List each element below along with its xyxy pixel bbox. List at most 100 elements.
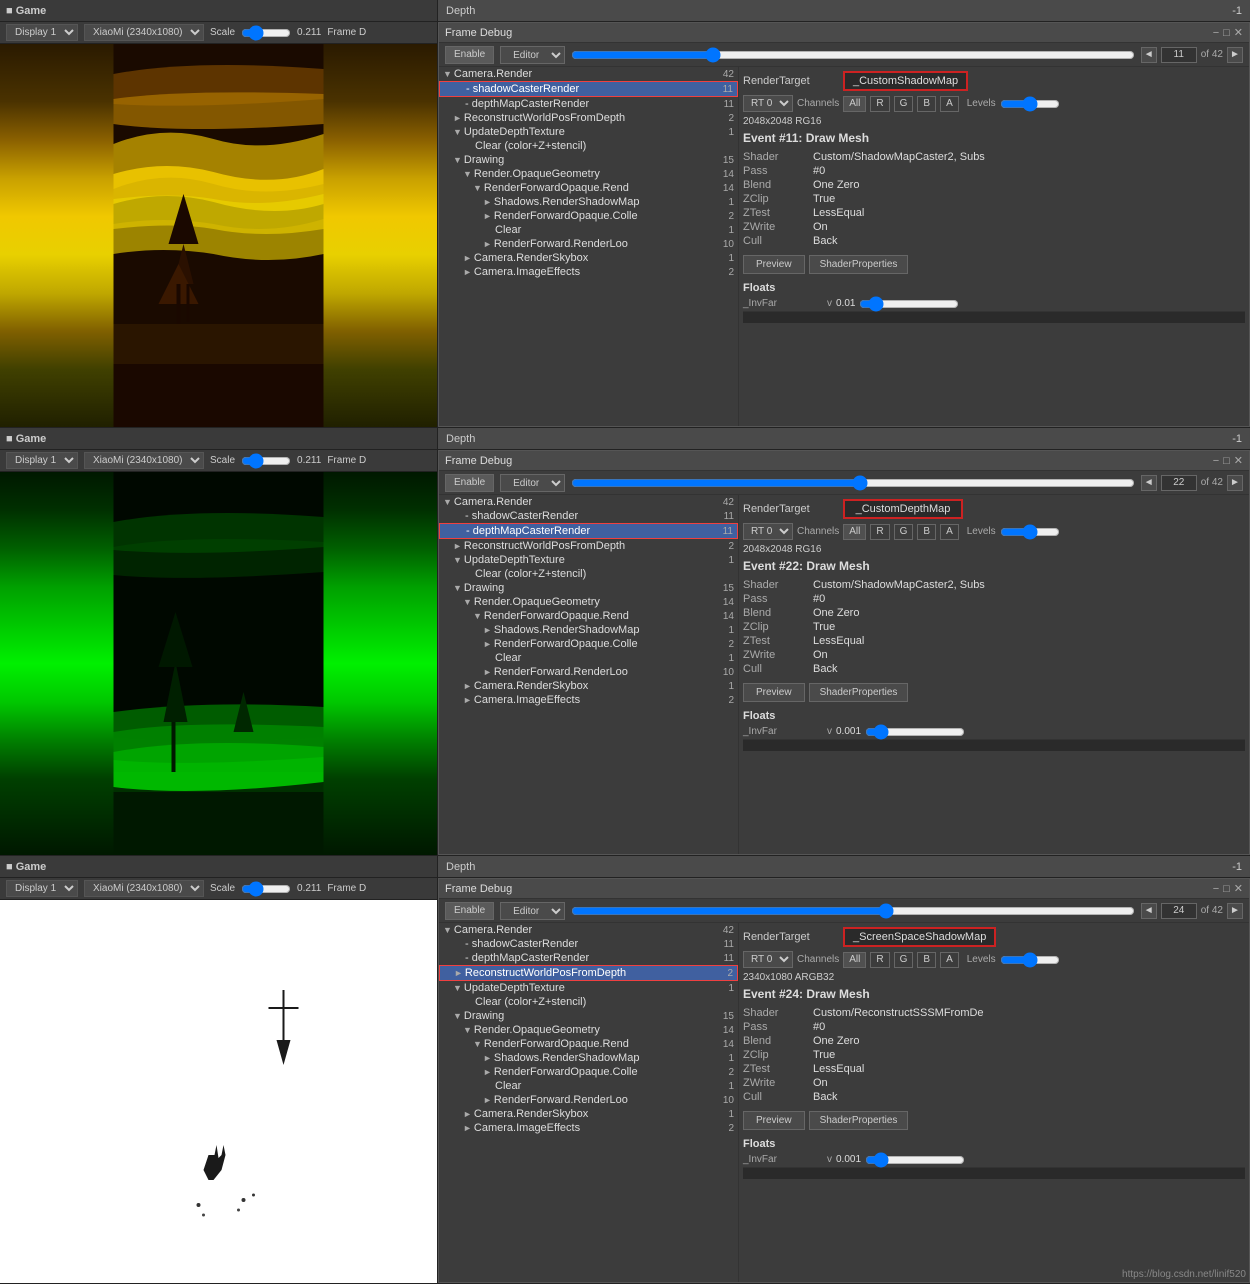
tree-item-2-12[interactable]: RenderForward.RenderLoo 10 [439,1093,738,1107]
maximize-btn-1[interactable]: □ [1223,454,1230,467]
tree-item-1-2[interactable]: - depthMapCasterRender 11 [439,523,738,539]
close-btn-2[interactable]: ✕ [1234,882,1243,895]
frame-next-btn-1[interactable]: ► [1227,475,1243,491]
frame-slider-1[interactable] [571,478,1135,488]
game-tab-2[interactable]: ■ Game [6,861,46,873]
tree-item-2-4[interactable]: UpdateDepthTexture 1 [439,981,738,995]
game-tab-1[interactable]: ■ Game [6,433,46,445]
tree-item-0-11[interactable]: Clear 1 [439,223,738,237]
resolution-select-1[interactable]: XiaoMi (2340x1080) [84,452,204,469]
tree-item-2-13[interactable]: Camera.RenderSkybox 1 [439,1107,738,1121]
maximize-btn-0[interactable]: □ [1223,26,1230,39]
scale-slider-0[interactable] [241,28,291,38]
preview-btn-0[interactable]: Preview [743,255,805,274]
tree-item-2-2[interactable]: - depthMapCasterRender 11 [439,951,738,965]
tree-item-0-6[interactable]: Drawing 15 [439,153,738,167]
tree-item-0-13[interactable]: Camera.RenderSkybox 1 [439,251,738,265]
tree-item-1-7[interactable]: Render.OpaqueGeometry 14 [439,595,738,609]
ch-r-btn-1[interactable]: R [870,524,889,540]
tree-item-2-11[interactable]: Clear 1 [439,1079,738,1093]
tree-item-1-5[interactable]: Clear (color+Z+stencil) [439,567,738,581]
scale-slider-1[interactable] [241,456,291,466]
tree-item-0-12[interactable]: RenderForward.RenderLoo 10 [439,237,738,251]
frame-slider-0[interactable] [571,50,1135,60]
tree-item-1-0[interactable]: Camera.Render 42 [439,495,738,509]
tree-item-0-4[interactable]: UpdateDepthTexture 1 [439,125,738,139]
ch-a-btn-0[interactable]: A [940,96,959,112]
minimize-btn-2[interactable]: − [1213,882,1219,895]
frame-slider-2[interactable] [571,906,1135,916]
shader-props-btn-1[interactable]: ShaderProperties [809,683,909,702]
tree-item-1-9[interactable]: Shadows.RenderShadowMap 1 [439,623,738,637]
tree-item-1-12[interactable]: RenderForward.RenderLoo 10 [439,665,738,679]
ch-g-btn-2[interactable]: G [894,952,914,968]
frame-num-input-0[interactable] [1161,47,1197,63]
tree-item-2-0[interactable]: Camera.Render 42 [439,923,738,937]
ch-all-btn-0[interactable]: All [843,96,866,112]
tree-item-2-7[interactable]: Render.OpaqueGeometry 14 [439,1023,738,1037]
tree-item-1-10[interactable]: RenderForwardOpaque.Colle 2 [439,637,738,651]
tree-item-0-0[interactable]: Camera.Render 42 [439,67,738,81]
tree-item-0-2[interactable]: - depthMapCasterRender 11 [439,97,738,111]
ch-g-btn-0[interactable]: G [894,96,914,112]
rt-rt-select-2[interactable]: RT 0 [743,951,793,968]
tree-item-0-14[interactable]: Camera.ImageEffects 2 [439,265,738,279]
ch-a-btn-1[interactable]: A [940,524,959,540]
frame-next-btn-2[interactable]: ► [1227,903,1243,919]
enable-btn-1[interactable]: Enable [445,474,494,492]
enable-btn-2[interactable]: Enable [445,902,494,920]
ch-b-btn-0[interactable]: B [917,96,936,112]
tree-item-1-3[interactable]: ReconstructWorldPosFromDepth 2 [439,539,738,553]
tree-item-2-5[interactable]: Clear (color+Z+stencil) [439,995,738,1009]
ch-r-btn-0[interactable]: R [870,96,889,112]
scrollbar-h-0[interactable] [743,311,1245,323]
frame-num-input-1[interactable] [1161,475,1197,491]
tree-item-2-6[interactable]: Drawing 15 [439,1009,738,1023]
rt-rt-select-0[interactable]: RT 0 [743,95,793,112]
maximize-btn-2[interactable]: □ [1223,882,1230,895]
float-slider-0[interactable] [859,299,959,309]
ch-a-btn-2[interactable]: A [940,952,959,968]
tree-item-2-10[interactable]: RenderForwardOpaque.Colle 2 [439,1065,738,1079]
ch-b-btn-1[interactable]: B [917,524,936,540]
minimize-btn-1[interactable]: − [1213,454,1219,467]
display-select-1[interactable]: Display 1 [6,452,78,469]
ch-g-btn-1[interactable]: G [894,524,914,540]
editor-select-1[interactable]: Editor [500,474,565,492]
editor-select-0[interactable]: Editor [500,46,565,64]
tree-item-1-11[interactable]: Clear 1 [439,651,738,665]
tree-item-1-13[interactable]: Camera.RenderSkybox 1 [439,679,738,693]
game-tab-0[interactable]: ■ Game [6,5,46,17]
float-slider-2[interactable] [865,1155,965,1165]
tree-item-2-1[interactable]: - shadowCasterRender 11 [439,937,738,951]
resolution-select-2[interactable]: XiaoMi (2340x1080) [84,880,204,897]
tree-item-1-8[interactable]: RenderForwardOpaque.Rend 14 [439,609,738,623]
display-select-0[interactable]: Display 1 [6,24,78,41]
float-slider-1[interactable] [865,727,965,737]
close-btn-1[interactable]: ✕ [1234,454,1243,467]
levels-slider-2[interactable] [1000,955,1060,965]
tree-item-2-14[interactable]: Camera.ImageEffects 2 [439,1121,738,1135]
resolution-select-0[interactable]: XiaoMi (2340x1080) [84,24,204,41]
rt-rt-select-1[interactable]: RT 0 [743,523,793,540]
editor-select-2[interactable]: Editor [500,902,565,920]
levels-slider-1[interactable] [1000,527,1060,537]
ch-b-btn-2[interactable]: B [917,952,936,968]
tree-item-0-7[interactable]: Render.OpaqueGeometry 14 [439,167,738,181]
tree-item-0-3[interactable]: ReconstructWorldPosFromDepth 2 [439,111,738,125]
frame-prev-btn-1[interactable]: ◄ [1141,475,1157,491]
tree-item-1-1[interactable]: - shadowCasterRender 11 [439,509,738,523]
tree-item-0-5[interactable]: Clear (color+Z+stencil) [439,139,738,153]
display-select-2[interactable]: Display 1 [6,880,78,897]
enable-btn-0[interactable]: Enable [445,46,494,64]
ch-r-btn-2[interactable]: R [870,952,889,968]
shader-props-btn-2[interactable]: ShaderProperties [809,1111,909,1130]
tree-item-1-6[interactable]: Drawing 15 [439,581,738,595]
ch-all-btn-2[interactable]: All [843,952,866,968]
tree-item-2-3[interactable]: ReconstructWorldPosFromDepth 2 [439,965,738,981]
ch-all-btn-1[interactable]: All [843,524,866,540]
tree-item-2-9[interactable]: Shadows.RenderShadowMap 1 [439,1051,738,1065]
frame-num-input-2[interactable] [1161,903,1197,919]
tree-item-1-4[interactable]: UpdateDepthTexture 1 [439,553,738,567]
minimize-btn-0[interactable]: − [1213,26,1219,39]
